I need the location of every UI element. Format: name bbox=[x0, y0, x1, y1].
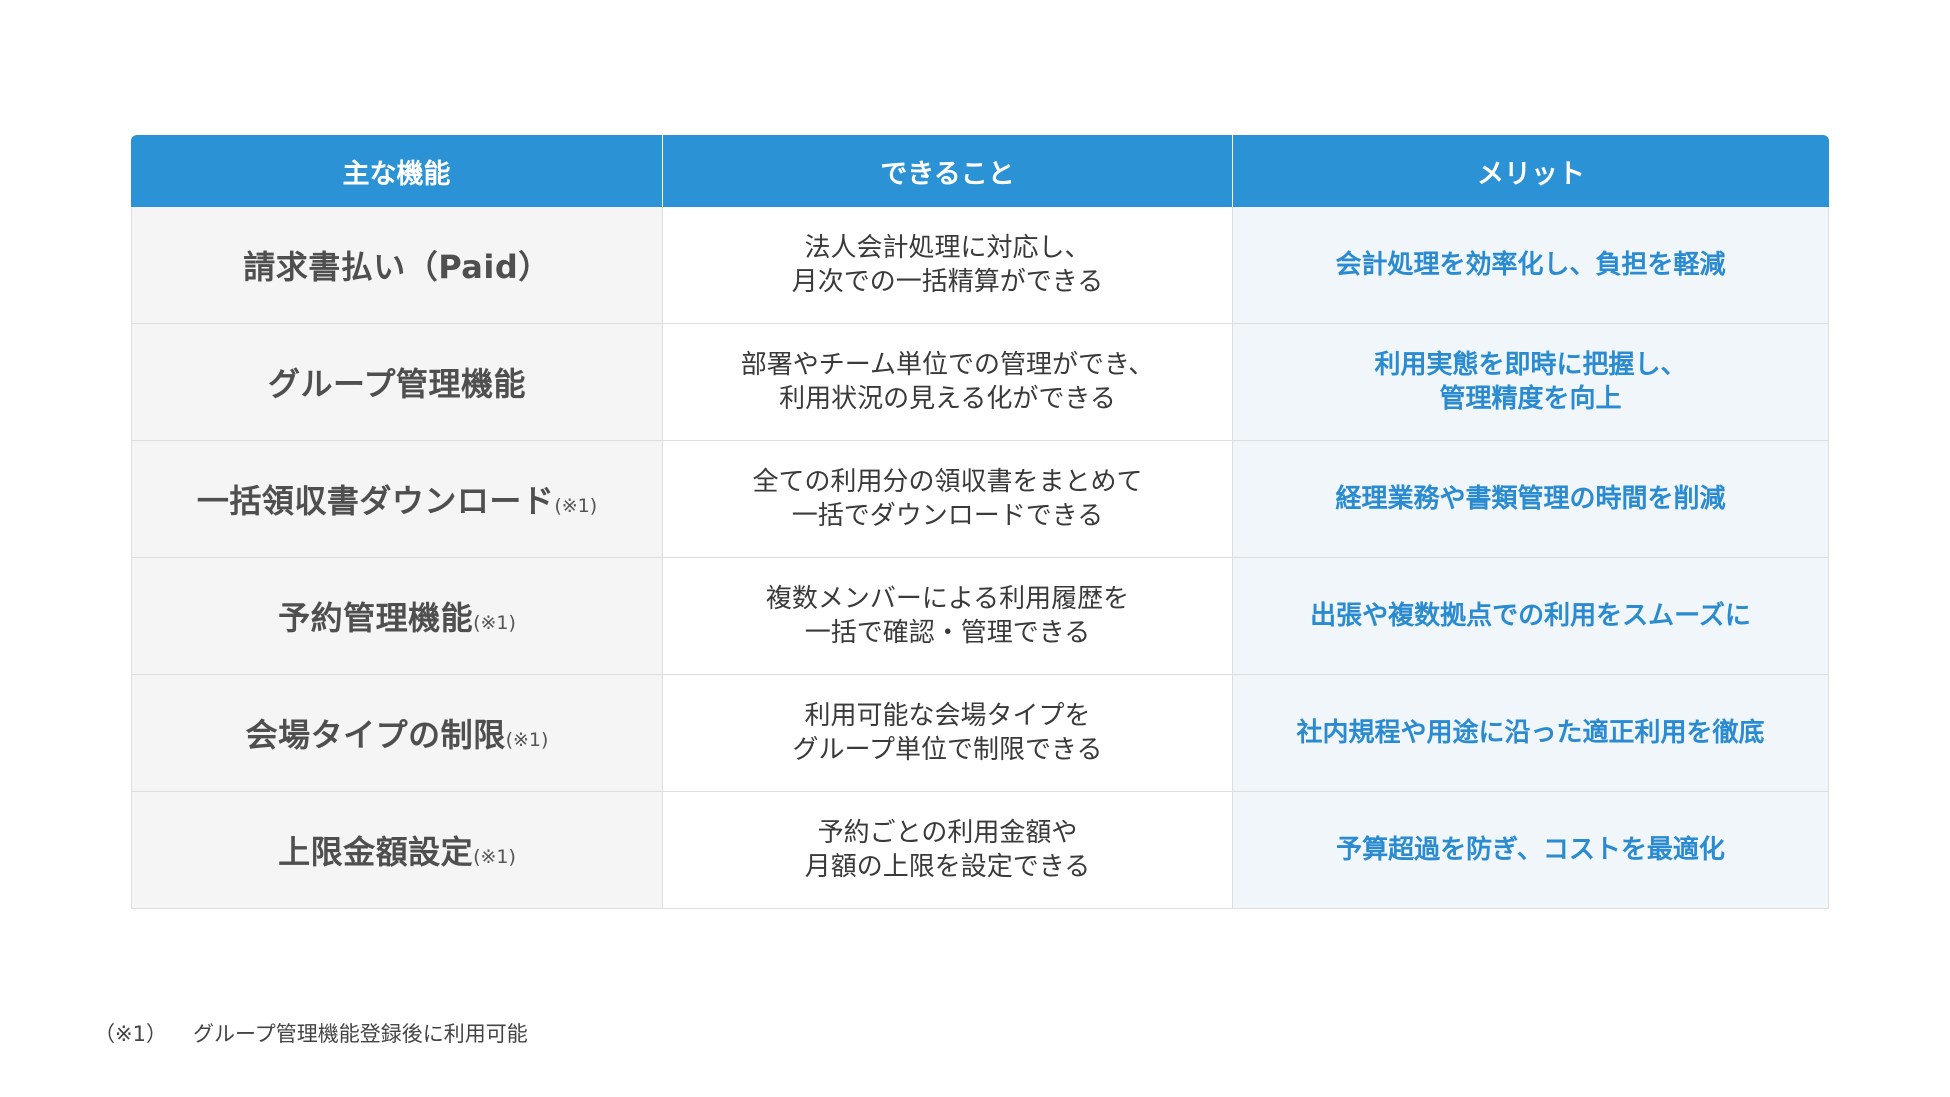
feature-name: 会場タイプの制限 bbox=[245, 716, 506, 754]
header-capability: できること bbox=[663, 135, 1233, 207]
table-header: 主な機能 できること メリット bbox=[131, 135, 1829, 207]
feature-name-cell: グループ管理機能 bbox=[131, 324, 663, 441]
table-row: グループ管理機能 部署やチーム単位での管理ができ、 利用状況の見える化ができる … bbox=[131, 324, 1829, 441]
feature-description: 全ての利用分の領収書をまとめて 一括でダウンロードできる bbox=[663, 441, 1233, 558]
feature-note: (※1) bbox=[473, 846, 516, 868]
feature-note: (※1) bbox=[554, 495, 598, 517]
table-row: 予約管理機能(※1) 複数メンバーによる利用履歴を 一括で確認・管理できる 出張… bbox=[131, 558, 1829, 675]
feature-name: 一括領収書ダウンロード bbox=[196, 482, 555, 520]
footnote: （※1） グループ管理機能登録後に利用可能 bbox=[94, 1018, 528, 1048]
feature-note: (※1) bbox=[505, 729, 549, 751]
table-row: 請求書払い（Paid） 法人会計処理に対応し、 月次での一括精算ができる 会計処… bbox=[131, 207, 1829, 324]
feature-description: 利用可能な会場タイプを グループ単位で制限できる bbox=[663, 675, 1233, 792]
feature-note: (※1) bbox=[473, 612, 516, 634]
table-row: 一括領収書ダウンロード(※1) 全ての利用分の領収書をまとめて 一括でダウンロー… bbox=[131, 441, 1829, 558]
feature-description: 予約ごとの利用金額や 月額の上限を設定できる bbox=[663, 792, 1233, 909]
feature-name-cell: 上限金額設定(※1) bbox=[131, 792, 663, 909]
feature-merit: 会計処理を効率化し、負担を軽減 bbox=[1233, 207, 1829, 324]
feature-name: 予約管理機能 bbox=[278, 599, 474, 637]
feature-merit: 利用実態を即時に把握し、 管理精度を向上 bbox=[1233, 324, 1829, 441]
feature-name-cell: 予約管理機能(※1) bbox=[131, 558, 663, 675]
table-row: 上限金額設定(※1) 予約ごとの利用金額や 月額の上限を設定できる 予算超過を防… bbox=[131, 792, 1829, 909]
feature-name-cell: 請求書払い（Paid） bbox=[131, 207, 663, 324]
footnote-text: グループ管理機能登録後に利用可能 bbox=[192, 1022, 528, 1046]
feature-table: 主な機能 できること メリット 請求書払い（Paid） 法人会計処理に対応し、 … bbox=[131, 135, 1829, 909]
feature-name-cell: 会場タイプの制限(※1) bbox=[131, 675, 663, 792]
footnote-mark: （※1） bbox=[94, 1022, 167, 1046]
feature-description: 複数メンバーによる利用履歴を 一括で確認・管理できる bbox=[663, 558, 1233, 675]
feature-name-cell: 一括領収書ダウンロード(※1) bbox=[131, 441, 663, 558]
feature-merit: 予算超過を防ぎ、コストを最適化 bbox=[1233, 792, 1829, 909]
header-merit: メリット bbox=[1233, 135, 1829, 207]
header-main-feature: 主な機能 bbox=[131, 135, 663, 207]
feature-merit: 出張や複数拠点での利用をスムーズに bbox=[1233, 558, 1829, 675]
feature-name: グループ管理機能 bbox=[267, 365, 527, 403]
feature-name: 上限金額設定 bbox=[278, 833, 474, 871]
feature-description: 部署やチーム単位での管理ができ、 利用状況の見える化ができる bbox=[663, 324, 1233, 441]
feature-merit: 経理業務や書類管理の時間を削減 bbox=[1233, 441, 1829, 558]
page: 主な機能 できること メリット 請求書払い（Paid） 法人会計処理に対応し、 … bbox=[0, 0, 1950, 1097]
feature-description: 法人会計処理に対応し、 月次での一括精算ができる bbox=[663, 207, 1233, 324]
feature-merit: 社内規程や用途に沿った適正利用を徹底 bbox=[1233, 675, 1829, 792]
feature-name: 請求書払い（Paid） bbox=[243, 248, 551, 286]
table-row: 会場タイプの制限(※1) 利用可能な会場タイプを グループ単位で制限できる 社内… bbox=[131, 675, 1829, 792]
